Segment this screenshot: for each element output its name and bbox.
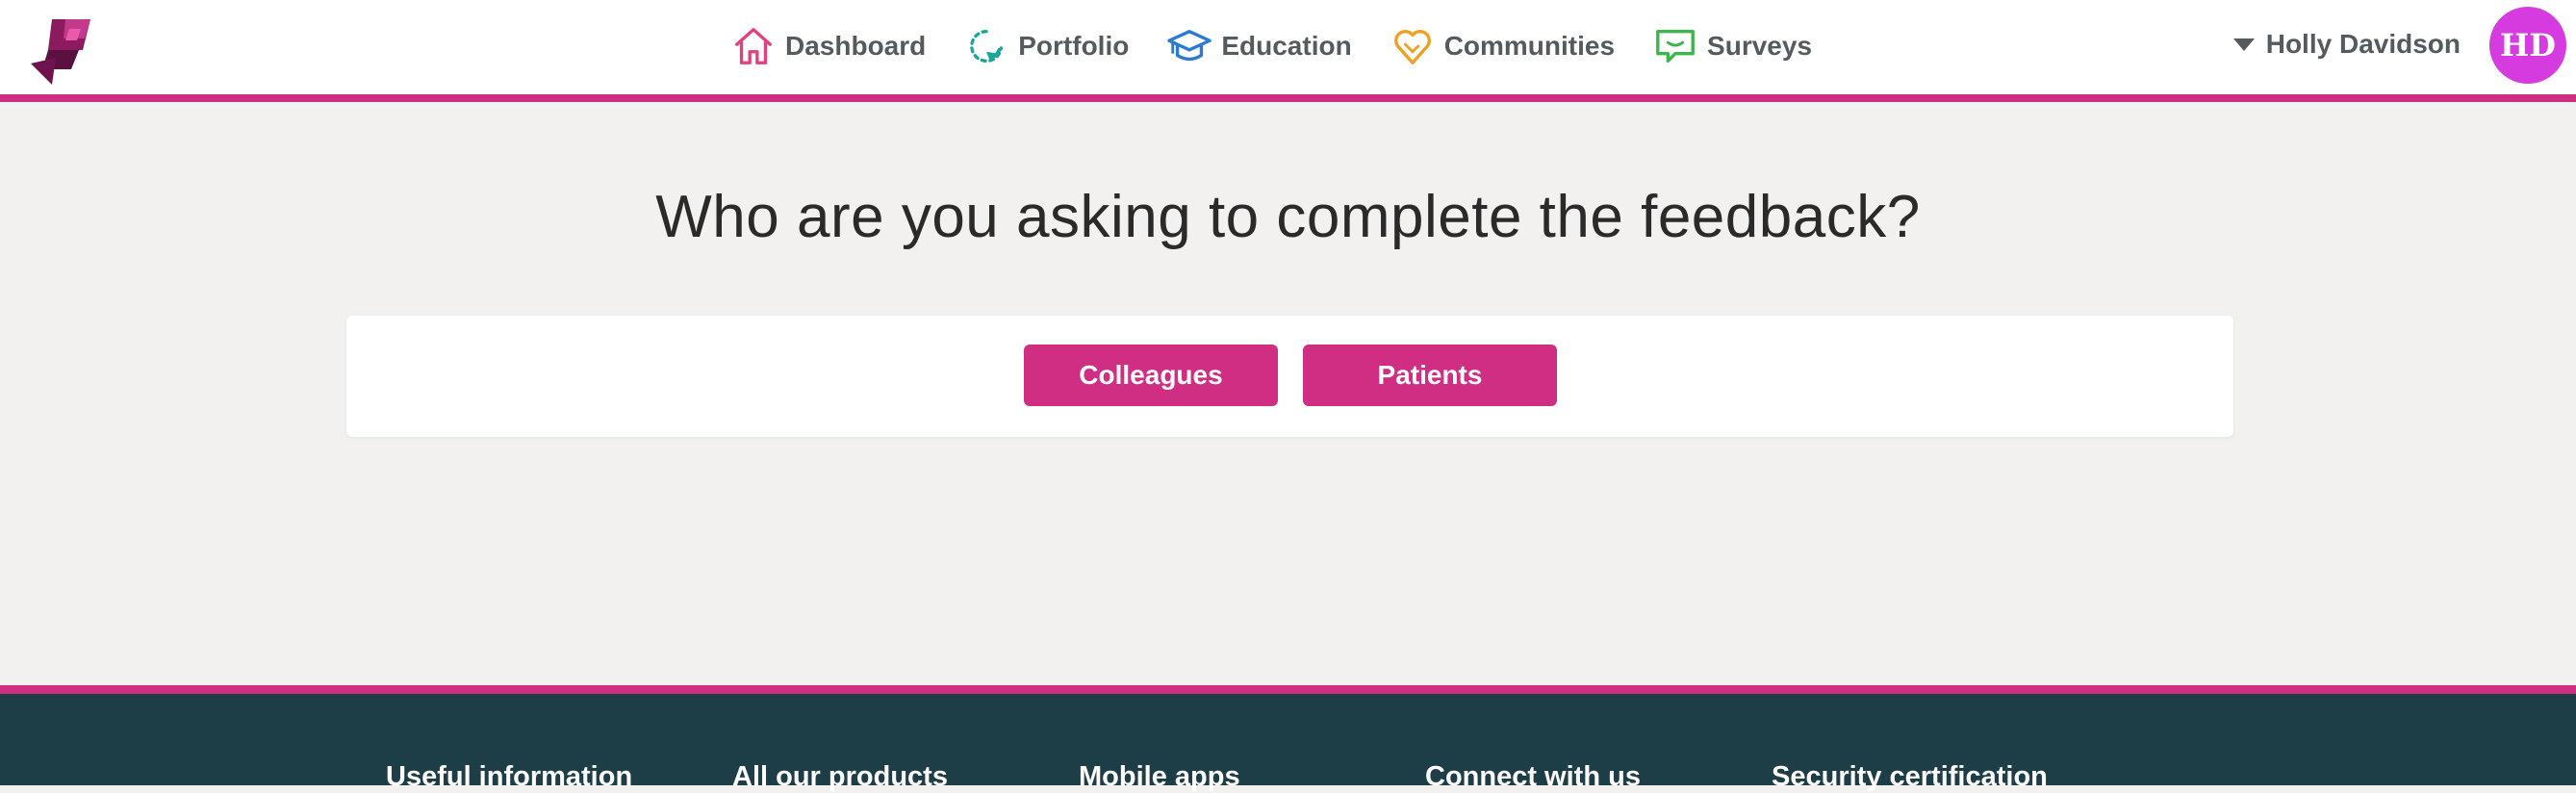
nav-item-surveys[interactable]: Surveys	[1653, 24, 1812, 68]
footer-heading-all-products: All our products	[732, 761, 948, 792]
caret-down-icon	[2232, 38, 2255, 51]
nav-label-dashboard: Dashboard	[785, 31, 927, 61]
heart-icon	[1393, 30, 1431, 64]
footer-heading-mobile-apps: Mobile apps	[1079, 761, 1240, 792]
nav-label-communities: Communities	[1443, 31, 1616, 61]
user-name: Holly Davidson	[2265, 29, 2461, 59]
footer-heading-security-certification: Security certification	[1772, 761, 2048, 792]
refresh-cycle-icon	[970, 29, 1004, 64]
graduation-cap-icon	[1167, 29, 1212, 62]
main-nav: Dashboard Portfolio Education Communitie…	[731, 21, 1850, 71]
nav-item-portfolio[interactable]: Portfolio	[964, 24, 1129, 68]
footer-heading-useful-information: Useful information	[386, 761, 633, 792]
site-footer: Useful information All our products Mobi…	[0, 685, 2576, 792]
nav-label-portfolio: Portfolio	[1018, 31, 1130, 61]
avatar[interactable]: HD	[2489, 7, 2566, 84]
patients-button[interactable]: Patients	[1303, 345, 1557, 406]
respondent-choice-card: Colleagues Patients	[346, 316, 2233, 437]
colleagues-button[interactable]: Colleagues	[1024, 345, 1278, 406]
nav-label-surveys: Surveys	[1707, 31, 1813, 61]
speech-bubble-icon	[1656, 29, 1695, 64]
page-title: Who are you asking to complete the feedb…	[655, 184, 1921, 250]
footer-heading-connect-with-us: Connect with us	[1425, 761, 1641, 792]
user-menu-toggle[interactable]: Holly Davidson	[2232, 29, 2461, 60]
nav-item-communities[interactable]: Communities	[1390, 24, 1615, 68]
nav-item-education[interactable]: Education	[1167, 24, 1352, 68]
nav-label-education: Education	[1221, 31, 1352, 61]
top-navigation-bar: Dashboard Portfolio Education Communitie…	[0, 0, 2576, 102]
brand-logo[interactable]	[27, 15, 96, 85]
house-icon	[735, 28, 772, 64]
nav-item-dashboard[interactable]: Dashboard	[731, 24, 926, 68]
